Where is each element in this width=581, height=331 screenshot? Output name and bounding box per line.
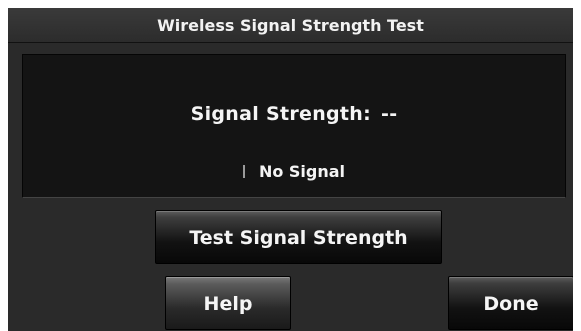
signal-strength-value: -- [381,103,398,125]
signal-panel: Signal Strength: -- No Signal [22,54,566,198]
page-title: Wireless Signal Strength Test [8,8,573,43]
test-signal-strength-button[interactable]: Test Signal Strength [155,210,442,264]
signal-bars-icon [242,165,245,178]
help-button[interactable]: Help [165,276,291,330]
signal-strength-label: Signal Strength: [190,103,372,125]
thermostat-screen: Wireless Signal Strength Test Signal Str… [8,8,573,331]
signal-strength-readout: Signal Strength: -- [23,103,565,125]
signal-status-text: No Signal [258,162,346,181]
signal-status: No Signal [23,162,565,181]
done-button[interactable]: Done [448,276,573,330]
